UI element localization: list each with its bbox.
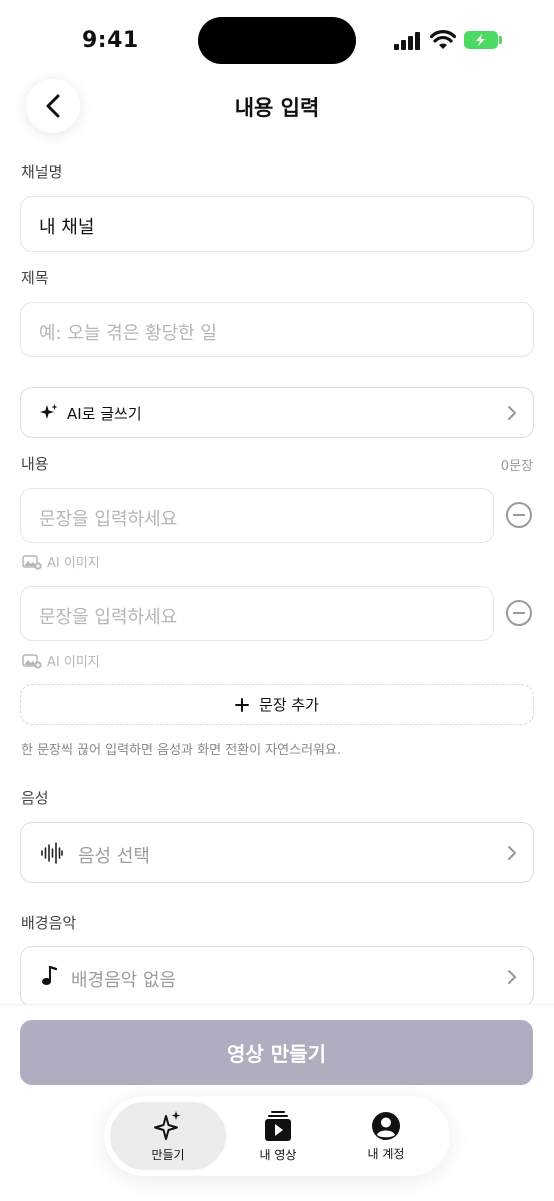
make-video-button[interactable]: 영상 만들기 [20,1020,533,1085]
ai-image-label-2: AI 이미지 [47,655,100,670]
tab-my-account[interactable]: 내 계정 [328,1102,444,1170]
sentence-input-2[interactable]: 문장을 입력하세요 [20,586,494,641]
remove-sentence-1-button[interactable] [506,502,532,528]
sparkle-icon [40,404,58,419]
tab-my-account-label: 내 계정 [367,1146,405,1161]
subject-label: 제목 [21,269,49,287]
battery-icon [464,31,498,49]
tab-create[interactable]: 만들기 [110,1102,226,1170]
bgm-label: 배경음악 [21,914,77,932]
voice-value: 음성 선택 [78,846,150,867]
tab-create-label: 만들기 [151,1147,185,1162]
cellular-signal-icon [394,32,420,50]
sparkle-icon [154,1110,181,1140]
channel-name-value: 내 채널 [39,217,95,238]
ai-image-button-1[interactable]: AI 이미지 [22,552,100,571]
video-library-icon [265,1110,291,1141]
page-title: 내용 입력 [234,96,320,120]
wifi-icon [430,30,456,49]
plus-icon [235,697,250,712]
image-add-icon [22,554,42,570]
chevron-right-icon [508,405,516,420]
content-label: 내용 [21,455,49,473]
sentence-input-1[interactable]: 문장을 입력하세요 [20,488,494,543]
add-sentence-button[interactable]: 문장 추가 [20,684,534,725]
sentence-placeholder-1: 문장을 입력하세요 [39,509,178,530]
image-add-icon [22,653,42,669]
ai-image-button-2[interactable]: AI 이미지 [22,651,100,670]
ai-write-button[interactable]: AI로 글쓰기 [20,387,534,438]
tab-my-videos[interactable]: 내 영상 [220,1102,336,1170]
sentence-count: 0문장 [500,459,533,474]
voice-select[interactable]: 음성 선택 [20,822,534,883]
remove-sentence-2-button[interactable] [506,600,532,626]
voice-label: 음성 [21,789,49,807]
tab-bar: 만들기 내 영상 내 계정 [104,1096,450,1176]
content-hint: 한 문장씩 끊어 입력하면 음성과 화면 전환이 자연스러워요. [21,743,342,758]
subject-field[interactable]: 예: 오늘 겪은 황당한 일 [20,302,534,357]
add-sentence-label: 문장 추가 [259,696,319,714]
ai-image-label-1: AI 이미지 [47,556,100,571]
battery-tip [499,36,502,44]
bgm-select[interactable]: 배경음악 없음 [20,946,534,1007]
chevron-right-icon [508,845,516,860]
sound-wave-icon [41,842,63,864]
account-icon [372,1111,400,1140]
dynamic-island [198,17,356,64]
bgm-value: 배경음악 없음 [71,970,177,991]
status-time: 9:41 [82,28,139,53]
subject-placeholder: 예: 오늘 겪은 황당한 일 [39,323,217,344]
channel-label: 채널명 [21,163,63,181]
channel-name-field[interactable]: 내 채널 [20,196,534,252]
sentence-placeholder-2: 문장을 입력하세요 [39,607,178,628]
chevron-right-icon [508,969,516,984]
ai-write-label: AI로 글쓰기 [67,405,142,423]
music-note-icon [42,965,57,985]
tab-my-videos-label: 내 영상 [259,1147,297,1162]
